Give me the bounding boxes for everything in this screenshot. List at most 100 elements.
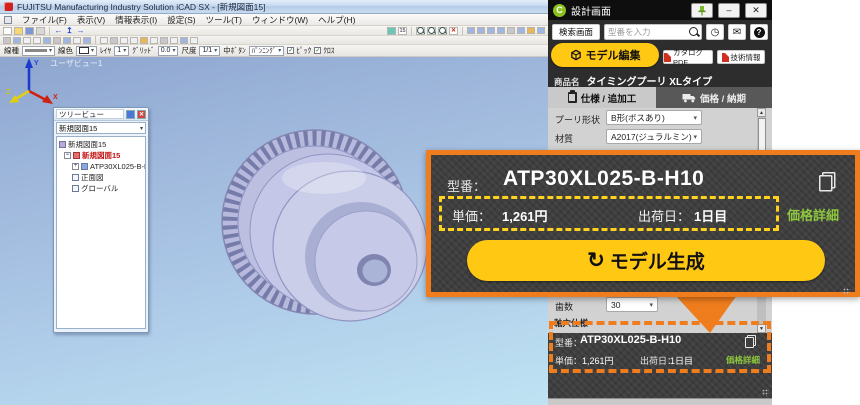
- tree-close-icon[interactable]: ✕: [137, 110, 146, 119]
- view-front-icon[interactable]: [467, 27, 475, 34]
- axis-triad: Y X Z: [6, 54, 60, 108]
- panel-bottom-strip: [548, 398, 772, 405]
- mdi-child-icon[interactable]: [4, 16, 12, 24]
- fujitsu-app-icon: [4, 2, 13, 11]
- cancel-tool-icon[interactable]: ✕: [449, 27, 458, 35]
- open-file-icon[interactable]: [14, 27, 23, 35]
- menu-help[interactable]: ヘルプ(H): [318, 14, 355, 26]
- tree-item-part[interactable]: + ATP30XL025-B-H10: [72, 161, 144, 172]
- grid-select[interactable]: 0.0▾: [158, 46, 179, 56]
- cad-tool-icon[interactable]: [150, 37, 158, 44]
- material-select[interactable]: A2017(ジュラルミン)▾: [606, 129, 702, 144]
- zoom-out-icon[interactable]: [427, 27, 436, 35]
- view-iso-icon[interactable]: [497, 27, 505, 34]
- cad-tool-icon[interactable]: [33, 37, 41, 44]
- cross-checkbox[interactable]: ✓ｸﾛｽ: [314, 45, 334, 56]
- cad-tool-icon[interactable]: [110, 37, 118, 44]
- tech-info-button[interactable]: 技術情報: [717, 50, 765, 64]
- cad-tool-icon[interactable]: [180, 37, 188, 44]
- cad-tool-icon[interactable]: [160, 37, 168, 44]
- undo-arrow-icon[interactable]: ←: [54, 27, 63, 35]
- result-footer: 型番： ATP30XL025-B-H10 単価： 1,261円 出荷日： 1日目…: [548, 333, 772, 398]
- cad-tool-icon[interactable]: [43, 37, 51, 44]
- menu-settings[interactable]: 設定(S): [167, 14, 195, 26]
- search-screen-button[interactable]: 検索画面: [552, 24, 600, 40]
- collapse-icon[interactable]: −: [64, 152, 71, 159]
- scale-select[interactable]: 1/1▾: [199, 46, 220, 56]
- view-side-icon[interactable]: [477, 27, 485, 34]
- view-top-icon[interactable]: [487, 27, 495, 34]
- cad-tool-icon[interactable]: [63, 37, 71, 44]
- generate-model-label: モデル生成: [610, 247, 705, 274]
- cad-tool-icon[interactable]: [23, 37, 31, 44]
- view-icon: [72, 174, 79, 181]
- contact-button[interactable]: ✉: [728, 24, 746, 40]
- tree-item-global[interactable]: グローバル: [72, 183, 144, 194]
- ship-date-label: 出荷日：: [638, 206, 690, 225]
- cad-tool-icon[interactable]: [13, 37, 21, 44]
- print-icon[interactable]: [36, 27, 45, 35]
- help-button[interactable]: ?: [750, 24, 768, 40]
- model-edit-button[interactable]: モデル編集: [551, 43, 659, 67]
- layer-badge-icon[interactable]: 15: [398, 27, 407, 35]
- pin-button[interactable]: [691, 3, 713, 18]
- cad-tool-icon[interactable]: [83, 37, 91, 44]
- cad-tool-icon[interactable]: [3, 37, 11, 44]
- zoom-fit-icon[interactable]: [438, 27, 447, 35]
- view-shade-icon[interactable]: [507, 27, 515, 34]
- menu-file[interactable]: ファイル(F): [22, 14, 67, 26]
- swap-arrow-icon[interactable]: ↥: [65, 27, 74, 35]
- generate-model-button[interactable]: ↻ モデル生成: [467, 240, 825, 281]
- redo-arrow-icon[interactable]: →: [76, 27, 85, 35]
- resize-grip[interactable]: [762, 389, 769, 396]
- view-rotate-icon[interactable]: [517, 27, 525, 34]
- tree-drawing-select[interactable]: 新規図面15 ▾: [56, 122, 146, 134]
- tree-dock-icon[interactable]: [126, 110, 135, 119]
- link-tool-icon[interactable]: [387, 27, 396, 35]
- line-color-select[interactable]: ▾: [76, 46, 97, 56]
- cad-tool-icon[interactable]: [73, 37, 81, 44]
- cad-tool-icon[interactable]: [140, 37, 148, 44]
- checkmark-icon: ✓: [314, 47, 321, 54]
- tree-item-drawing-selected[interactable]: − 新規図面15: [64, 150, 144, 161]
- part-number-input[interactable]: [605, 27, 687, 37]
- tree-view-titlebar[interactable]: ツリービュー ✕: [54, 108, 148, 121]
- layer-select[interactable]: 1▾: [114, 46, 129, 56]
- middle-button-select[interactable]: ﾊﾟﾝﾆﾝｸﾞ▾: [249, 46, 285, 56]
- menu-info[interactable]: 情報表示(I): [115, 14, 157, 26]
- view-pan-icon[interactable]: [527, 27, 535, 34]
- minimize-button[interactable]: –: [718, 3, 740, 18]
- price-detail-link[interactable]: 価格詳細: [726, 354, 760, 366]
- cad-tool-icon[interactable]: [100, 37, 108, 44]
- menu-tools[interactable]: ツール(T): [206, 14, 242, 26]
- menu-view[interactable]: 表示(V): [77, 14, 105, 26]
- tree-item-front-view[interactable]: 正面図: [72, 172, 144, 183]
- cad-tool-icon[interactable]: [120, 37, 128, 44]
- catalog-pdf-button[interactable]: カタログPDF: [663, 50, 713, 64]
- history-button[interactable]: ◷: [706, 24, 724, 40]
- close-button[interactable]: ✕: [745, 3, 767, 18]
- search-icon[interactable]: [687, 25, 701, 39]
- pick-checkbox[interactable]: ✓ﾋﾟｯｸ: [287, 45, 311, 56]
- teeth-count-select[interactable]: 30▾: [606, 297, 658, 312]
- cad-tool-icon[interactable]: [53, 37, 61, 44]
- zoom-in-icon[interactable]: [416, 27, 425, 35]
- copy-icon[interactable]: [745, 335, 756, 348]
- scroll-down-icon[interactable]: ▼: [757, 324, 766, 333]
- tree-item-drawing-root[interactable]: 新規図面15: [59, 139, 144, 150]
- cad-tool-icon[interactable]: [130, 37, 138, 44]
- save-icon[interactable]: [25, 27, 34, 35]
- tab-price-delivery[interactable]: 価格 / 納期: [656, 87, 772, 108]
- tab-spec[interactable]: 仕様 / 追加工: [548, 87, 656, 108]
- tree-item-label: 新規図面15: [68, 139, 106, 150]
- view-extra-icon[interactable]: [537, 27, 545, 34]
- new-file-icon[interactable]: [3, 27, 12, 35]
- scroll-up-icon[interactable]: ▲: [757, 108, 766, 117]
- cad-tool-icon[interactable]: [170, 37, 178, 44]
- menu-window[interactable]: ウィンドウ(W): [252, 14, 308, 26]
- price-detail-link[interactable]: 価格詳細: [787, 205, 839, 224]
- cad-tool-icon[interactable]: [190, 37, 198, 44]
- copy-icon[interactable]: [819, 172, 836, 192]
- expand-icon[interactable]: +: [72, 163, 79, 170]
- pulley-shape-select[interactable]: B形(ボスあり)▾: [606, 110, 702, 125]
